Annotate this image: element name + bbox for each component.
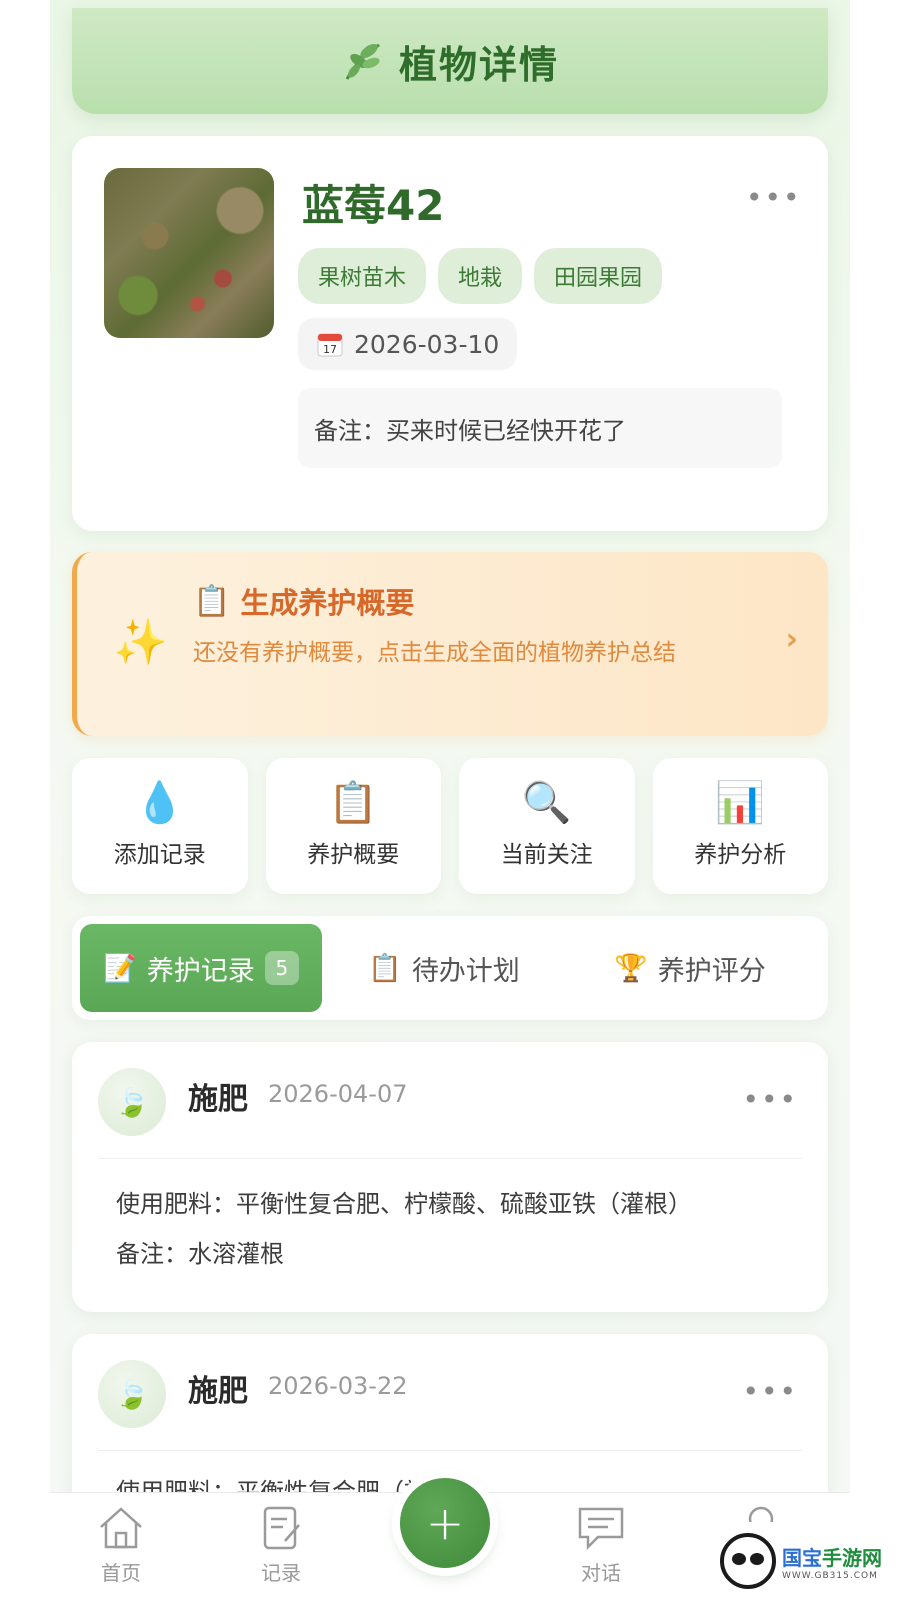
record-card[interactable]: 🍃 施肥 2026-04-07 ••• 使用肥料：平衡性复合肥、柠檬酸、硫酸亚铁… [72, 1042, 828, 1312]
plant-name: 蓝莓42 [302, 181, 445, 230]
summary-title-text: 生成养护概要 [240, 586, 415, 620]
record-tabs: 📝 养护记录 5 📋 待办计划 🏆 养护评分 [72, 916, 828, 1020]
tab-todo-plan[interactable]: 📋 待办计划 [334, 924, 554, 1012]
more-options-icon[interactable]: ••• [746, 184, 802, 212]
plant-date: 17 2026-03-10 [298, 318, 518, 370]
watermark-url: WWW.GB315.COM [782, 1570, 878, 1581]
nav-chat[interactable]: 对话 [546, 1505, 656, 1586]
record-note: 备注：水溶灌根 [116, 1240, 284, 1268]
nav-home[interactable]: 首页 [66, 1505, 176, 1586]
tab-care-records[interactable]: 📝 养护记录 5 [80, 924, 322, 1012]
summary-title: 📋 生成养护概要 [193, 580, 414, 622]
tag-category[interactable]: 果树苗木 [298, 248, 427, 304]
plant-photo[interactable] [104, 168, 274, 338]
panda-logo-icon [720, 1533, 776, 1589]
records-count-badge: 5 [264, 951, 299, 985]
magnifier-icon: 🔍 [521, 780, 572, 826]
tag-planting[interactable]: 地栽 [438, 248, 523, 304]
leaf-icon [345, 43, 380, 80]
chat-icon [578, 1507, 624, 1551]
chevron-right-icon: › [785, 622, 798, 657]
page-header: 植物详情 [72, 8, 828, 114]
plant-tags: 果树苗木 地栽 田园果园 [298, 248, 663, 304]
record-type: 施肥 [188, 1082, 248, 1117]
home-icon [100, 1507, 142, 1549]
watermark-text: 国宝手游网 WWW.GB315.COM [782, 1542, 882, 1581]
action-label: 添加记录 [113, 842, 206, 868]
record-fertilizer: 使用肥料：平衡性复合肥、柠檬酸、硫酸亚铁（灌根） [116, 1190, 692, 1218]
tag-location[interactable]: 田园果园 [534, 248, 663, 304]
bar-chart-icon: 📊 [715, 780, 766, 826]
nav-home-label: 首页 [101, 1561, 141, 1585]
app-screen: 植物详情 蓝莓42 ••• 果树苗木 地栽 田园果园 17 2026-03-10… [50, 0, 850, 1600]
calendar-icon: 17 [317, 333, 343, 357]
fertilizer-leaf-icon: 🍃 [98, 1360, 166, 1428]
more-options-icon[interactable]: ••• [742, 1378, 798, 1406]
sparkle-icon: ✨ [113, 617, 168, 668]
record-date: 2026-04-07 [268, 1080, 408, 1108]
generate-summary-banner[interactable]: ✨ 📋 生成养护概要 还没有养护概要，点击生成全面的植物养护总结 › [72, 552, 828, 736]
watermark-title: 国宝手游网 [782, 1545, 882, 1570]
edit-document-icon [263, 1506, 300, 1550]
action-label: 养护概要 [307, 842, 400, 868]
nav-records-label: 记录 [261, 1561, 301, 1585]
action-label: 养护分析 [694, 842, 787, 868]
clipboard-icon: 📋 [368, 953, 402, 984]
tab-label: 待办计划 [411, 955, 520, 987]
action-care-analysis[interactable]: 📊 养护分析 [652, 758, 828, 894]
tab-care-score[interactable]: 🏆 养护评分 [580, 924, 800, 1012]
clipboard-icon: 📋 [193, 583, 231, 619]
plant-info-card: 蓝莓42 ••• 果树苗木 地栽 田园果园 17 2026-03-10 备注：买… [72, 136, 828, 531]
memo-icon: 📝 [103, 953, 137, 984]
action-label: 当前关注 [500, 842, 593, 868]
clipboard-icon: 📋 [328, 780, 379, 826]
action-current-focus[interactable]: 🔍 当前关注 [459, 758, 635, 894]
trophy-icon: 🏆 [614, 953, 648, 984]
nav-records[interactable]: 记录 [226, 1505, 336, 1586]
site-watermark: 国宝手游网 WWW.GB315.COM [710, 1522, 900, 1600]
tab-label: 养护评分 [657, 955, 766, 987]
add-button[interactable]: + [400, 1478, 490, 1568]
action-care-summary[interactable]: 📋 养护概要 [265, 758, 441, 894]
nav-chat-label: 对话 [581, 1561, 621, 1585]
page-title: 植物详情 [398, 42, 559, 87]
plant-date-text: 2026-03-10 [354, 329, 500, 359]
summary-description: 还没有养护概要，点击生成全面的植物养护总结 [193, 640, 676, 666]
tab-label: 养护记录 [146, 955, 255, 987]
water-drop-icon: 💧 [134, 780, 185, 826]
more-options-icon[interactable]: ••• [742, 1086, 798, 1114]
plant-note: 备注：买来时候已经快开花了 [298, 388, 782, 468]
divider [98, 1158, 802, 1159]
record-date: 2026-03-22 [268, 1372, 408, 1400]
record-type: 施肥 [188, 1374, 248, 1409]
quick-actions: 💧 添加记录 📋 养护概要 🔍 当前关注 📊 养护分析 [72, 758, 828, 894]
fertilizer-leaf-icon: 🍃 [98, 1068, 166, 1136]
svg-text:17: 17 [323, 343, 337, 356]
action-add-record[interactable]: 💧 添加记录 [72, 758, 248, 894]
divider [98, 1450, 802, 1451]
